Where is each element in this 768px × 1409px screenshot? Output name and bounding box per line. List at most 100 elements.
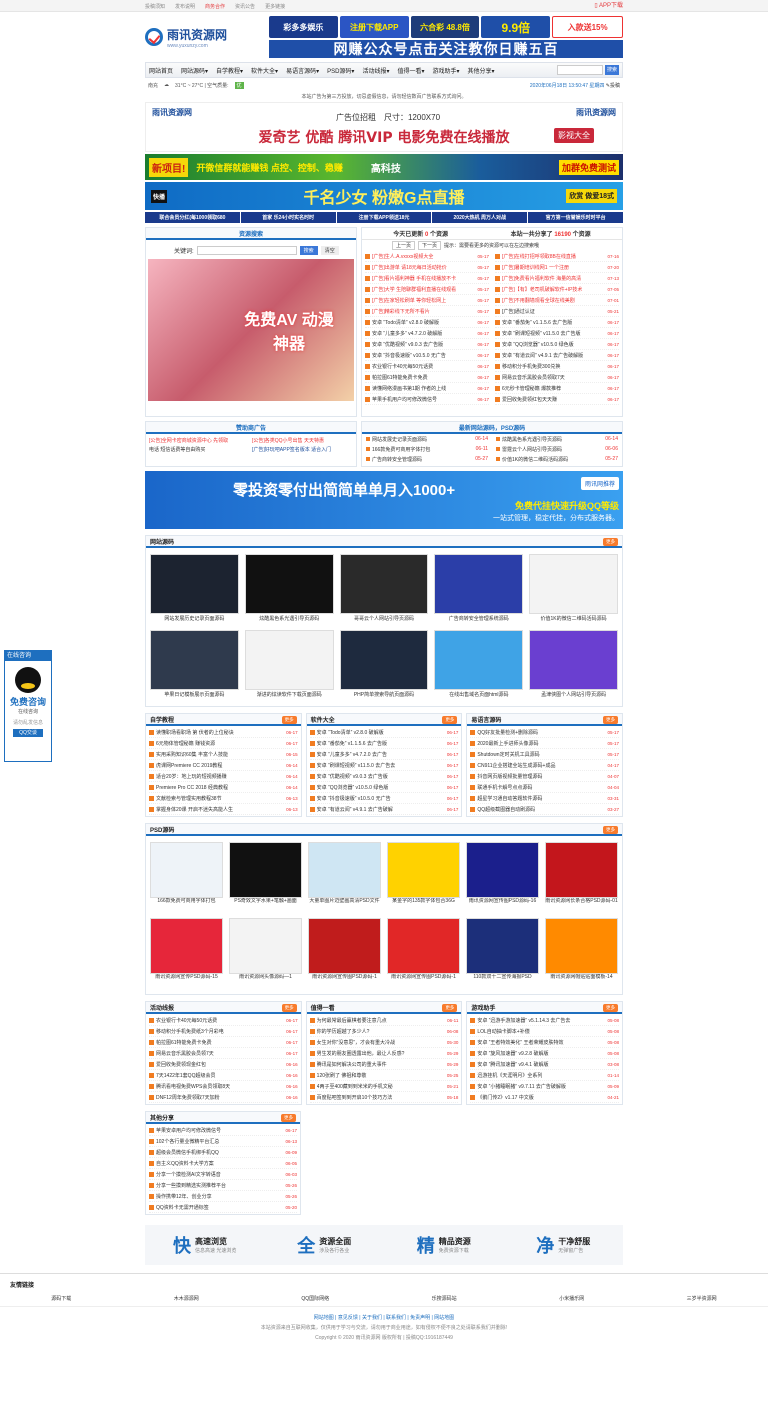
thumb-caption[interactable]: 166款免费可商用字体打包: [150, 898, 223, 912]
item-title[interactable]: 爱回收免费领现金红包: [156, 1061, 284, 1068]
item-title[interactable]: 腾讯是如何解决公司的重大事件: [317, 1061, 445, 1068]
psd-thumb[interactable]: 大量单图片迈壁画高清PSD文件: [308, 842, 381, 912]
header-ad-e[interactable]: 入款送15%: [552, 16, 623, 38]
list-item[interactable]: 分享一个摸检测AI文字转语音 06-03: [149, 1169, 297, 1180]
sponsor-link[interactable]: [广告]好玩吧APP签名版本 适合入门: [252, 446, 353, 453]
next-page-button[interactable]: 下一页: [418, 240, 442, 250]
thumb-image[interactable]: [387, 842, 460, 898]
list-item[interactable]: 安卓 “抖音极速版” v10.5.0 无广告 06-17: [309, 793, 459, 804]
item-title[interactable]: 帕拉图61特能免费卡免费: [372, 374, 475, 381]
nav-item[interactable]: 游戏助手▾: [432, 66, 459, 75]
latest-item[interactable]: 炫酷黑色系光遇引导页源码 06-14: [492, 434, 622, 444]
list-item[interactable]: 分享一些摸到精选实测推荐平台 05-26: [149, 1180, 297, 1191]
item-title[interactable]: [广告]免费看片福利软件 海量的高清: [502, 275, 605, 282]
item-title[interactable]: 女生对你“没意思”，才会有重大冷战: [317, 1039, 445, 1046]
sponsor-link[interactable]: [公告]全网卡密商城资源中心 先领取: [149, 437, 250, 444]
item-title[interactable]: [广告]不用翻墙观看全球在线美剧: [502, 297, 605, 304]
thumb-caption[interactable]: 雨讯资源网帽贴贴面模板-14: [545, 974, 618, 988]
search-ad-image[interactable]: 免费AV 动漫神器: [148, 259, 354, 401]
latest-item[interactable]: 雷霆云个人网站引导页源码 06-06: [492, 444, 622, 454]
list-item[interactable]: [广告]不用翻墙观看全球在线美剧 07-01: [495, 295, 619, 306]
item-title[interactable]: 安卓 “腾讯加速器” v9.4.1 破解版: [477, 1061, 605, 1068]
banner-ad-wechat[interactable]: 新项目! 开微信群就能赚钱 点控、控制、稳赚 高科技 加群免费测试: [145, 154, 623, 180]
item-title[interactable]: 读懂网络漫画书第1期 作者的上线: [372, 385, 475, 392]
item-title[interactable]: 7天1422年1套QQ超级会员: [156, 1072, 284, 1079]
list-item[interactable]: 爱回收免费领红包天天赚 06-17: [495, 394, 619, 405]
item-title[interactable]: [广告]暑期培训线网1 一个注册: [502, 264, 605, 271]
topbar-link[interactable]: 投稿须知: [145, 3, 165, 10]
list-item[interactable]: [广告]大学 生陪聊群福利直播在线观看 05-17: [365, 284, 489, 295]
item-title[interactable]: 《鹅门传2》v1.17 中文版: [477, 1094, 605, 1101]
list-item[interactable]: Shutdown定时关机工具源码 05-17: [470, 749, 620, 760]
thumb-caption[interactable]: 苹果日记模板展示页面源码: [150, 690, 239, 700]
list-item[interactable]: [广告]免费看片福利软件 海量的高清 07-13: [495, 273, 619, 284]
list-item[interactable]: 安卓 “QQ浏览器” v10.5.0 绿色版 06-17: [309, 782, 459, 793]
list-item[interactable]: 腾讯是如何解决公司的重大事件 05-29: [309, 1059, 459, 1070]
code-thumb[interactable]: 网站发展历史记录页面源码: [150, 554, 239, 624]
item-title[interactable]: [广告]看片福利神器 手机在线播放不卡: [372, 275, 475, 282]
item-title[interactable]: 安卓 “优酷视频” v9.0.3 去广告版: [317, 773, 445, 780]
item-title[interactable]: 帕拉图61特能免费卡免费: [156, 1039, 284, 1046]
thumb-image[interactable]: [150, 630, 239, 690]
item-title[interactable]: 安卓 “旋风加速器” v9.2.8 破解版: [477, 1050, 605, 1057]
item-title[interactable]: 网易云音乐黑胶会员领取7天: [502, 374, 605, 381]
item-title[interactable]: 广告商转安全管理源码: [372, 456, 475, 463]
item-title[interactable]: 农业银行卡40元每50元话费: [156, 1017, 284, 1024]
more-button[interactable]: 更多: [603, 1004, 619, 1012]
list-item[interactable]: 联通手机卡解号点点源码 04-04: [470, 782, 620, 793]
list-item[interactable]: 6元秒卡管理秘籍 爆款推荐 06-17: [495, 383, 619, 394]
item-title[interactable]: 安卓 “QQ浏览器” v10.5.0 绿色版: [317, 784, 445, 791]
item-title[interactable]: 网易云音乐黑胶会员领7天: [156, 1050, 284, 1057]
post-link[interactable]: ✎投稿: [606, 83, 620, 89]
code-thumb[interactable]: 广告商转安全管理系统源码: [434, 554, 524, 624]
item-title[interactable]: 农业银行卡40元每50元话费: [372, 363, 475, 370]
item-title[interactable]: [广告]通过认证: [502, 308, 605, 315]
list-item[interactable]: 女生对你“没意思”，才会有重大冷战 05-30: [309, 1037, 459, 1048]
item-title[interactable]: 安卓 “小猪睡眠猪” v9.7.11 去广告破解版: [477, 1083, 605, 1090]
item-title[interactable]: 超星学习通自动答题软件源码: [477, 795, 605, 802]
item-title[interactable]: 安卓 “迅游手游加速器” v5.1.14.3 去广告去: [477, 1017, 605, 1024]
item-title[interactable]: 爱回收免费领红包天天赚: [502, 396, 605, 403]
list-item[interactable]: 读懂职场看职场 第 伏者的上位秘诀 06-17: [149, 727, 298, 738]
list-item[interactable]: 安卓 “刷课短视频” v11.5.0 去广告去 06-17: [309, 760, 459, 771]
list-item[interactable]: [广告]通过认证 05-21: [495, 306, 619, 317]
strip-ad[interactable]: 2020大热机 周万人对战: [432, 212, 528, 223]
list-item[interactable]: 农业银行卡40元每50元话费 06-17: [149, 1015, 298, 1026]
thumb-caption[interactable]: 雨讯资源网头像源码—1: [229, 974, 302, 988]
item-title[interactable]: 安卓 “Todo清单” v2.8.0 破解版: [372, 319, 475, 326]
item-title[interactable]: 分享一个摸检测AI文字转语音: [156, 1171, 283, 1178]
list-item[interactable]: 移动积分手机免费纸3个月彩电 06-17: [149, 1026, 298, 1037]
psd-thumb[interactable]: 某金字的135款字体包合36G: [387, 842, 460, 912]
item-title[interactable]: 移动积分手机免费300兑换: [502, 363, 605, 370]
latest-item[interactable]: 广告商转安全管理源码 05-27: [362, 454, 492, 464]
nav-item[interactable]: 网站源码▾: [181, 66, 208, 75]
list-item[interactable]: 移动积分手机免费300兑换 06-17: [495, 361, 619, 372]
item-title[interactable]: [广告]精彩线下无所不看片: [372, 308, 475, 315]
thumb-caption[interactable]: 广告商转安全管理系统源码: [434, 614, 523, 624]
header-ad-d[interactable]: 9.9倍: [481, 16, 551, 38]
nav-item[interactable]: PSD源码▾: [327, 66, 354, 75]
thumb-image[interactable]: [244, 630, 334, 690]
list-item[interactable]: 120张刷了 佛祖和尊敬 05-25: [309, 1070, 459, 1081]
item-title[interactable]: 移动积分手机免费纸3个月彩电: [156, 1028, 284, 1035]
nav-item[interactable]: 其他分享▾: [467, 66, 494, 75]
thumb-caption[interactable]: PHP简单搜索导航页面源码: [340, 690, 429, 700]
list-item[interactable]: 百度贴吧签到到开启10个技巧方法 05-18: [309, 1092, 459, 1103]
item-title[interactable]: 苹果安卓用户均可修改微信号: [156, 1127, 283, 1134]
list-item[interactable]: 安卓 “Todo清单” v2.8.0 破解版 06-17: [309, 727, 459, 738]
thumb-caption[interactable]: 网站发展历史记录页面源码: [150, 614, 239, 624]
list-item[interactable]: 超级会员微信手机绑手机QQ 06-09: [149, 1147, 297, 1158]
item-title[interactable]: 虎课网Premiere CC 2019教程: [156, 762, 284, 769]
item-title[interactable]: 安卓 “Todo清单” v2.8.0 破解版: [317, 729, 445, 736]
list-item[interactable]: [广告]看片福利神器 手机在线播放不卡 05-17: [365, 273, 489, 284]
thumb-caption[interactable]: 炫酷黑色系光遇引导页源码: [245, 614, 334, 624]
item-title[interactable]: 适合20岁：地上玩的短视频播赚: [156, 773, 284, 780]
list-item[interactable]: 网易云音乐黑胶会员领取7天 06-17: [495, 372, 619, 383]
thumb-image[interactable]: [529, 630, 618, 690]
sponsor-link[interactable]: [公告]各类QQ小号出售 天天特惠: [252, 437, 353, 444]
item-title[interactable]: 安卓 “有道云阅” v4.9.1 去广告破解版: [502, 352, 605, 359]
item-title[interactable]: 你的学历超越了多少人?: [317, 1028, 445, 1035]
thumb-image[interactable]: [308, 918, 381, 974]
list-item[interactable]: 适合20岁：地上玩的短视频播赚 06-14: [149, 771, 298, 782]
item-title[interactable]: 安卓 “抖音极速版” v10.5.0 无广告: [317, 795, 445, 802]
